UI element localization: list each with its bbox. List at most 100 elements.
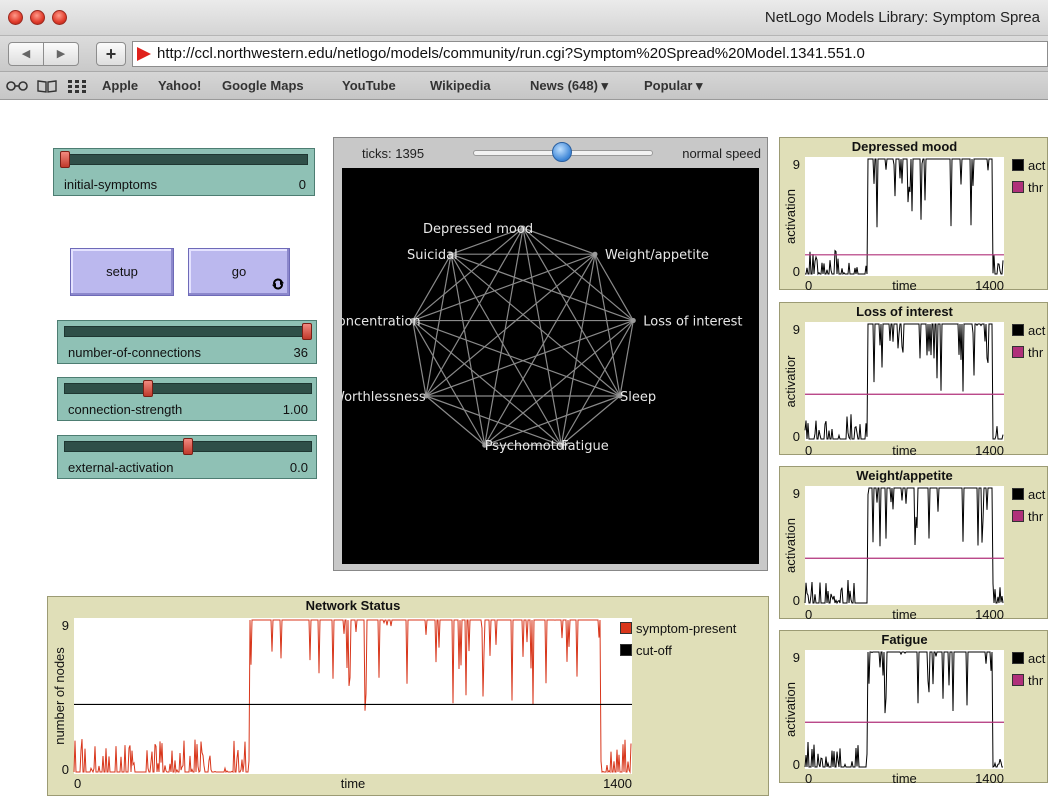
- x-tick-max: 1400: [975, 607, 1004, 620]
- node-label: Worthlessness: [342, 390, 426, 405]
- slider-label: external-activation: [68, 460, 174, 475]
- node-label: Sleep: [620, 390, 656, 405]
- book-icon[interactable]: [36, 79, 58, 93]
- navigation-toolbar: ◀ ▶ + http://ccl.northwestern.edu/netlog…: [0, 36, 1048, 72]
- back-button[interactable]: ◀: [8, 42, 44, 66]
- forever-icon: [272, 278, 284, 290]
- network-node[interactable]: [592, 251, 598, 257]
- plot-area: [805, 322, 1004, 441]
- legend-swatch: [620, 622, 632, 634]
- slider-knob[interactable]: [60, 151, 70, 168]
- slider-connection-strength[interactable]: connection-strength 1.00: [57, 377, 317, 421]
- y-tick-max: 9: [793, 322, 800, 337]
- bookmarks-bar: Apple Yahoo! Google Maps YouTube Wikiped…: [0, 72, 1048, 100]
- y-axis-label: activation: [783, 518, 798, 573]
- site-arrow-icon: [137, 47, 151, 61]
- x-axis-label: time: [892, 771, 917, 784]
- legend-label: symptom-present: [636, 621, 737, 636]
- view-control-strip: ticks: 1395 normal speed: [334, 138, 767, 166]
- y-axis-label: number of nodes: [52, 647, 67, 745]
- plot-canvas: Fatigue 9 00 1400 time activation: [783, 632, 1004, 784]
- glasses-icon[interactable]: [6, 80, 28, 92]
- node-label: Weight/appetite: [605, 248, 709, 263]
- y-axis-label: activation: [783, 189, 798, 244]
- tick-counter: ticks: 1395: [362, 146, 425, 161]
- node-label: Depressed mood: [423, 222, 533, 237]
- network-world[interactable]: Depressed mood Weight/appetite Loss of int…: [342, 168, 759, 564]
- slider-label: initial-symptoms: [64, 177, 158, 192]
- world-view-panel: ticks: 1395 normal speed Depressed mood W…: [333, 137, 768, 571]
- slider-initial-symptoms[interactable]: initial-symptoms 0: [53, 148, 315, 196]
- y-tick-max: 9: [793, 486, 800, 501]
- forward-button[interactable]: ▶: [43, 42, 79, 66]
- legend-swatch: [1012, 324, 1024, 336]
- slider-knob[interactable]: [142, 380, 153, 397]
- close-window-icon[interactable]: [8, 10, 23, 25]
- legend-swatch: [1012, 510, 1024, 522]
- bookmark-apple[interactable]: Apple: [102, 78, 138, 93]
- zoom-window-icon[interactable]: [52, 10, 67, 25]
- y-tick-min: 0: [793, 429, 800, 444]
- bookmark-youtube[interactable]: YouTube: [342, 78, 396, 93]
- bookmark-yahoo[interactable]: Yahoo!: [158, 78, 201, 93]
- x-tick-max: 1400: [975, 278, 1004, 291]
- plot-title: Depressed mood: [852, 139, 958, 154]
- y-tick-min: 0: [62, 762, 69, 777]
- legend-label: act: [1028, 487, 1046, 502]
- x-axis-label: time: [892, 443, 917, 456]
- network-node[interactable]: [630, 318, 636, 324]
- slider-knob[interactable]: [183, 438, 193, 455]
- legend-item: cut-off: [620, 643, 672, 658]
- legend-label: cut-off: [636, 643, 672, 658]
- x-tick-min: 0: [805, 607, 812, 620]
- speed-label: normal speed: [682, 146, 761, 161]
- plot-title: Loss of interest: [856, 304, 953, 319]
- y-tick-min: 0: [793, 264, 800, 279]
- legend-item: symptom-present: [620, 621, 736, 636]
- bookmark-news[interactable]: News (648) ▾: [530, 78, 608, 94]
- plot-area: [74, 618, 632, 774]
- legend-item: act: [1012, 487, 1045, 502]
- slider-external-activation[interactable]: external-activation 0.0: [57, 435, 317, 479]
- legend-item: act: [1012, 158, 1045, 173]
- slider-knob[interactable]: [302, 323, 312, 340]
- legend-swatch: [1012, 674, 1024, 686]
- legend-swatch: [1012, 181, 1024, 193]
- setup-button[interactable]: setup: [70, 248, 174, 296]
- slider-track[interactable]: [64, 326, 312, 337]
- node-label: Suicidal: [407, 248, 458, 263]
- bookmark-popular[interactable]: Popular ▾: [644, 78, 703, 94]
- bookmark-google-maps[interactable]: Google Maps: [222, 78, 304, 93]
- top-sites-icon[interactable]: [66, 79, 88, 93]
- x-tick-max: 1400: [975, 771, 1004, 784]
- plot-fatigue: Fatigue 9 0 0 1400 time activation act thr: [779, 630, 1048, 784]
- legend-item: act: [1012, 323, 1045, 338]
- y-tick-min: 0: [793, 757, 800, 772]
- legend-label: act: [1028, 158, 1046, 173]
- legend-label: thr: [1028, 345, 1044, 360]
- speed-slider-knob[interactable]: [552, 142, 572, 162]
- legend-swatch: [1012, 159, 1024, 171]
- minimize-window-icon[interactable]: [30, 10, 45, 25]
- legend-label: act: [1028, 323, 1046, 338]
- node-label: Concentration: [342, 315, 421, 330]
- plot-title: Network Status: [306, 598, 401, 613]
- y-tick-max: 9: [793, 650, 800, 665]
- window-titlebar: NetLogo Models Library: Symptom Sprea: [0, 0, 1048, 36]
- bookmark-wikipedia[interactable]: Wikipedia: [430, 78, 491, 93]
- x-tick-min: 0: [74, 776, 81, 791]
- go-button[interactable]: go: [188, 248, 290, 296]
- y-axis-label: activation: [783, 682, 798, 737]
- x-tick-min: 0: [805, 278, 812, 291]
- slider-value: 0: [298, 177, 306, 192]
- address-bar[interactable]: http://ccl.northwestern.edu/netlogo/mode…: [132, 41, 1048, 67]
- slider-track[interactable]: [64, 383, 312, 394]
- plot-depressed-mood: Depressed mood 9 0 0 1400 time activation act th…: [779, 137, 1048, 291]
- slider-track[interactable]: [60, 154, 308, 165]
- slider-number-of-connections[interactable]: number-of-connections 36: [57, 320, 317, 364]
- x-axis-label: time: [892, 278, 917, 291]
- plot-title: Weight/appetite: [856, 468, 953, 483]
- legend-item: thr: [1012, 673, 1043, 688]
- legend-swatch: [620, 644, 632, 656]
- add-bookmark-button[interactable]: +: [96, 42, 126, 66]
